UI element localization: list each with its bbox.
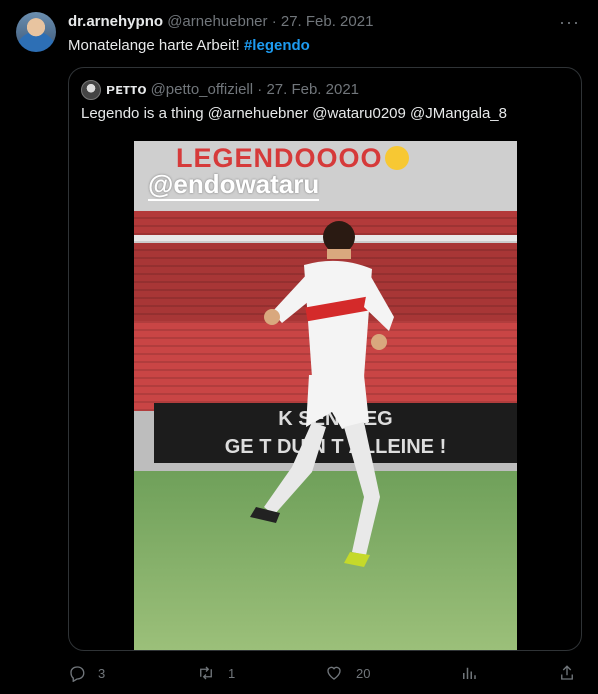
- share-button[interactable]: [558, 662, 576, 684]
- reply-icon: [70, 666, 85, 682]
- display-name[interactable]: dr.arnehypno: [68, 13, 163, 30]
- player-figure: [250, 221, 394, 567]
- retweet-button[interactable]: 1: [196, 662, 235, 684]
- heart-eyes-emoji-icon: [384, 145, 409, 170]
- analytics-icon: [463, 667, 476, 679]
- quoted-tweet[interactable]: ᴘᴇᴛᴛᴏ @petto_offiziell · 27. Feb. 2021 L…: [68, 67, 582, 651]
- reply-count: 3: [98, 665, 106, 681]
- retweet-icon: [200, 666, 212, 680]
- quote-avatar[interactable]: [81, 80, 101, 100]
- quote-text: Legendo is a thing @arnehuebner @wataru0…: [81, 105, 507, 122]
- retweet-count: 1: [228, 665, 236, 681]
- quote-separator: ·: [253, 81, 267, 98]
- tweet-text: Monatelange harte Arbeit! #legendo: [68, 36, 310, 56]
- like-count: 20: [356, 665, 371, 681]
- quote-timestamp[interactable]: 27. Feb. 2021: [266, 80, 359, 100]
- quote-handle[interactable]: @petto_offiziell: [151, 80, 254, 100]
- quote-media-image[interactable]: LEGENDOOOO @endowataru K SEN WEG GE T DU…: [134, 141, 517, 650]
- tweet-header: dr.arnehypno @arnehuebner · 27. Feb. 202…: [68, 12, 582, 32]
- handle[interactable]: @arnehuebner: [167, 13, 267, 30]
- more-icon[interactable]: ···: [559, 12, 580, 33]
- tweet-avatar[interactable]: [16, 12, 56, 52]
- action-bar: 3 1 20: [68, 662, 582, 686]
- views-button[interactable]: [460, 662, 478, 684]
- separator: ·: [271, 13, 277, 30]
- quote-header: ᴘᴇᴛᴛᴏ @petto_offiziell · 27. Feb. 2021: [81, 80, 359, 100]
- media-overlay-handle: @endowataru: [148, 169, 320, 201]
- timestamp[interactable]: 27. Feb. 2021: [281, 13, 374, 30]
- like-button[interactable]: 20: [324, 662, 370, 684]
- reply-button[interactable]: 3: [68, 662, 105, 684]
- hashtag-link[interactable]: #legendo: [244, 37, 310, 54]
- tweet-body: Monatelange harte Arbeit!: [68, 37, 240, 54]
- heart-icon: [327, 666, 341, 680]
- quote-display-name[interactable]: ᴘᴇᴛᴛᴏ: [106, 80, 147, 100]
- share-icon: [561, 665, 573, 680]
